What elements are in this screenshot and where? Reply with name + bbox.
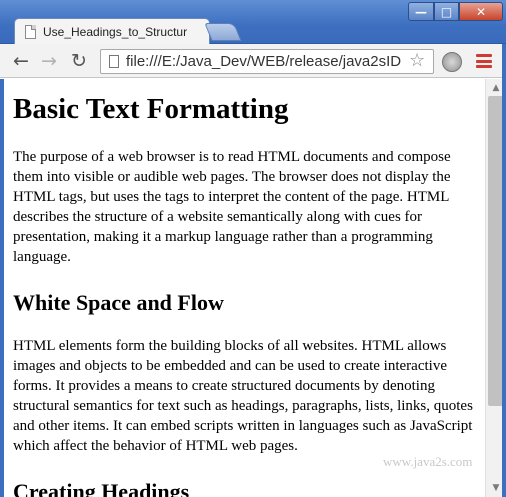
- page-content: Basic Text Formatting The purpose of a w…: [4, 79, 474, 497]
- window-frame-right: [502, 44, 506, 497]
- maximize-button[interactable]: □: [434, 2, 459, 21]
- section-heading-white-space: White Space and Flow: [13, 290, 224, 315]
- scroll-up-arrow-icon[interactable]: ▲: [490, 82, 502, 94]
- reload-icon[interactable]: ↻: [68, 50, 90, 72]
- menu-icon[interactable]: [476, 54, 492, 68]
- browser-tab[interactable]: Use_Headings_to_Structur: [14, 18, 210, 45]
- forward-arrow-icon[interactable]: →: [38, 50, 60, 72]
- new-tab-button[interactable]: [204, 23, 242, 41]
- page-icon: [25, 25, 36, 39]
- browser-toolbar: ← → ↻ ☆: [0, 44, 506, 78]
- white-space-paragraph: HTML elements form the building blocks o…: [13, 338, 473, 454]
- url-input[interactable]: [126, 53, 416, 70]
- tab-title: Use_Headings_to_Structur: [43, 25, 188, 39]
- page-heading: Basic Text Formatting: [13, 93, 289, 125]
- extension-icon[interactable]: [442, 52, 462, 72]
- intro-paragraph: The purpose of a web browser is to read …: [13, 149, 451, 265]
- back-arrow-icon[interactable]: ←: [10, 50, 32, 72]
- minimize-button[interactable]: —: [408, 2, 434, 21]
- scroll-thumb[interactable]: [488, 96, 503, 406]
- watermark: www.java2s.com: [383, 454, 473, 469]
- window-titlebar: Use_Headings_to_Structur — □ ✕: [0, 0, 506, 45]
- close-button[interactable]: ✕: [459, 2, 503, 21]
- bookmark-star-icon[interactable]: ☆: [409, 52, 426, 70]
- address-bar[interactable]: [100, 49, 434, 74]
- section-heading-creating-headings: Creating Headings: [13, 479, 190, 497]
- scroll-down-arrow-icon[interactable]: ▼: [490, 482, 502, 494]
- document-icon: [109, 55, 119, 68]
- page-viewport: Basic Text Formatting The purpose of a w…: [0, 79, 485, 497]
